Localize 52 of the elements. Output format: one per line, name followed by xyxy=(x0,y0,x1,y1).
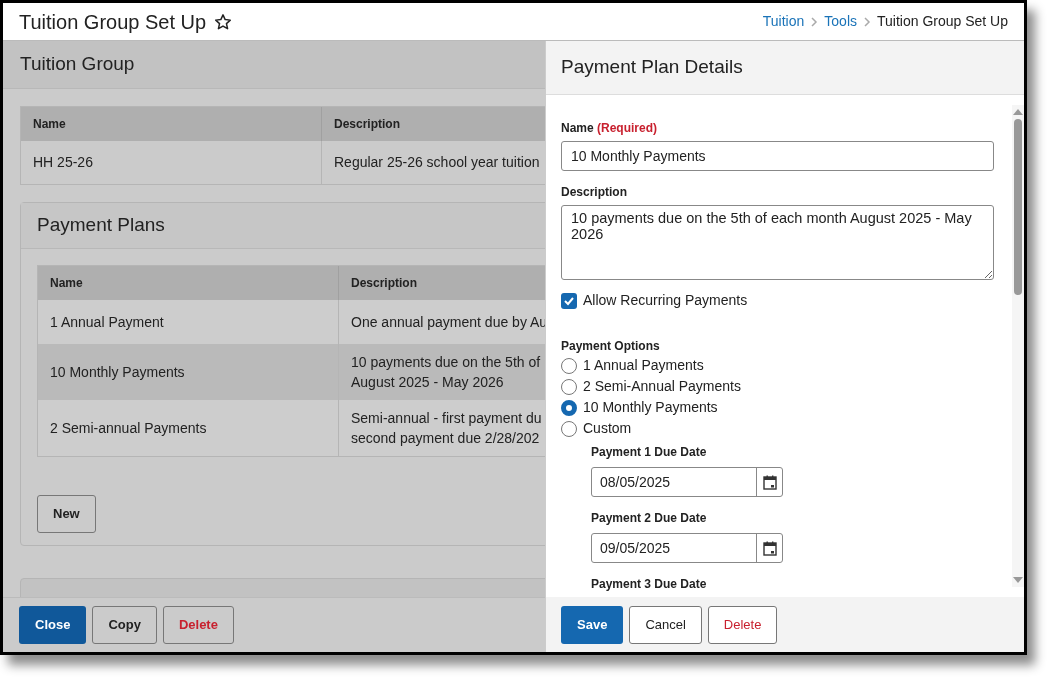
breadcrumb-link[interactable]: Tuition xyxy=(762,11,805,32)
name-input[interactable]: 10 Monthly Payments xyxy=(561,141,994,171)
table-cell-text: HH 25-26 xyxy=(32,153,94,172)
table-cell-text: 10 Monthly Payments xyxy=(49,362,186,382)
scrollbar[interactable] xyxy=(1012,105,1024,587)
page-title: Tuition Group Set Up xyxy=(19,9,207,35)
chevron-icon xyxy=(863,15,871,28)
action-button[interactable]: Delete xyxy=(707,605,778,644)
action-button[interactable]: Cancel xyxy=(629,605,702,644)
radio-button[interactable] xyxy=(561,378,577,395)
table-cell-text: 1 Annual Payment xyxy=(49,312,165,332)
table-cell-text: 2 Semi-annual Payments xyxy=(49,418,208,438)
star-icon[interactable] xyxy=(214,12,233,31)
table-cell-text: Semi-annual - first payment du xyxy=(351,409,543,428)
field-label: Payment 3 Due Date xyxy=(591,576,708,593)
field-label: Payment 1 Due Date xyxy=(591,444,708,461)
required-label: (Required) xyxy=(597,121,658,135)
date-field[interactable]: 09/05/2025 xyxy=(591,533,783,563)
radio-label: 1 Annual Payments xyxy=(583,356,704,375)
action-button[interactable]: Close xyxy=(19,606,87,644)
radio-button[interactable] xyxy=(561,357,577,374)
action-button[interactable]: Delete xyxy=(162,606,234,644)
checkbox[interactable] xyxy=(561,292,577,309)
checkbox-label: Allow Recurring Payments xyxy=(583,291,748,310)
section-title: Tuition Group xyxy=(20,52,135,77)
field-label: Name xyxy=(561,121,594,135)
radio-label: Custom xyxy=(583,419,632,438)
breadcrumb-link[interactable]: Tools xyxy=(824,11,857,32)
date-field[interactable]: 08/05/2025 xyxy=(591,467,783,497)
radio-label: 10 Monthly Payments xyxy=(583,398,718,417)
field-label: Payment 2 Due Date xyxy=(591,510,708,527)
column-header: Name xyxy=(49,275,84,292)
description-textarea[interactable]: 10 payments due on the 5th of each month August 2025 - May 2026 xyxy=(561,205,994,280)
panel-title: Payment Plan Details xyxy=(561,55,743,80)
radio-label: 2 Semi-Annual Payments xyxy=(583,377,741,396)
calendar-icon[interactable] xyxy=(762,540,777,556)
radio-button[interactable] xyxy=(561,399,577,416)
field-label: Payment Options xyxy=(561,338,661,355)
table-row[interactable]: 10 Monthly Payments 10 payments due on the 5th of August 2025 - May 2026 xyxy=(38,344,545,400)
calendar-icon[interactable] xyxy=(762,474,777,490)
card-title: Payment Plans xyxy=(37,213,165,238)
action-button[interactable]: Save xyxy=(561,605,624,644)
breadcrumb-current: Tuition Group Set Up xyxy=(877,12,1008,31)
new-button[interactable]: New xyxy=(37,495,96,533)
table-cell-text: second payment due 2/28/202 xyxy=(351,429,541,448)
action-button[interactable]: Copy xyxy=(92,606,157,644)
column-header: Name xyxy=(32,116,67,133)
table-cell-text: August 2025 - May 2026 xyxy=(351,373,505,392)
radio-button[interactable] xyxy=(561,420,577,437)
chevron-icon xyxy=(810,15,819,28)
field-label: Description xyxy=(561,184,628,201)
table-cell-text: 10 payments due on the 5th of xyxy=(351,353,542,372)
